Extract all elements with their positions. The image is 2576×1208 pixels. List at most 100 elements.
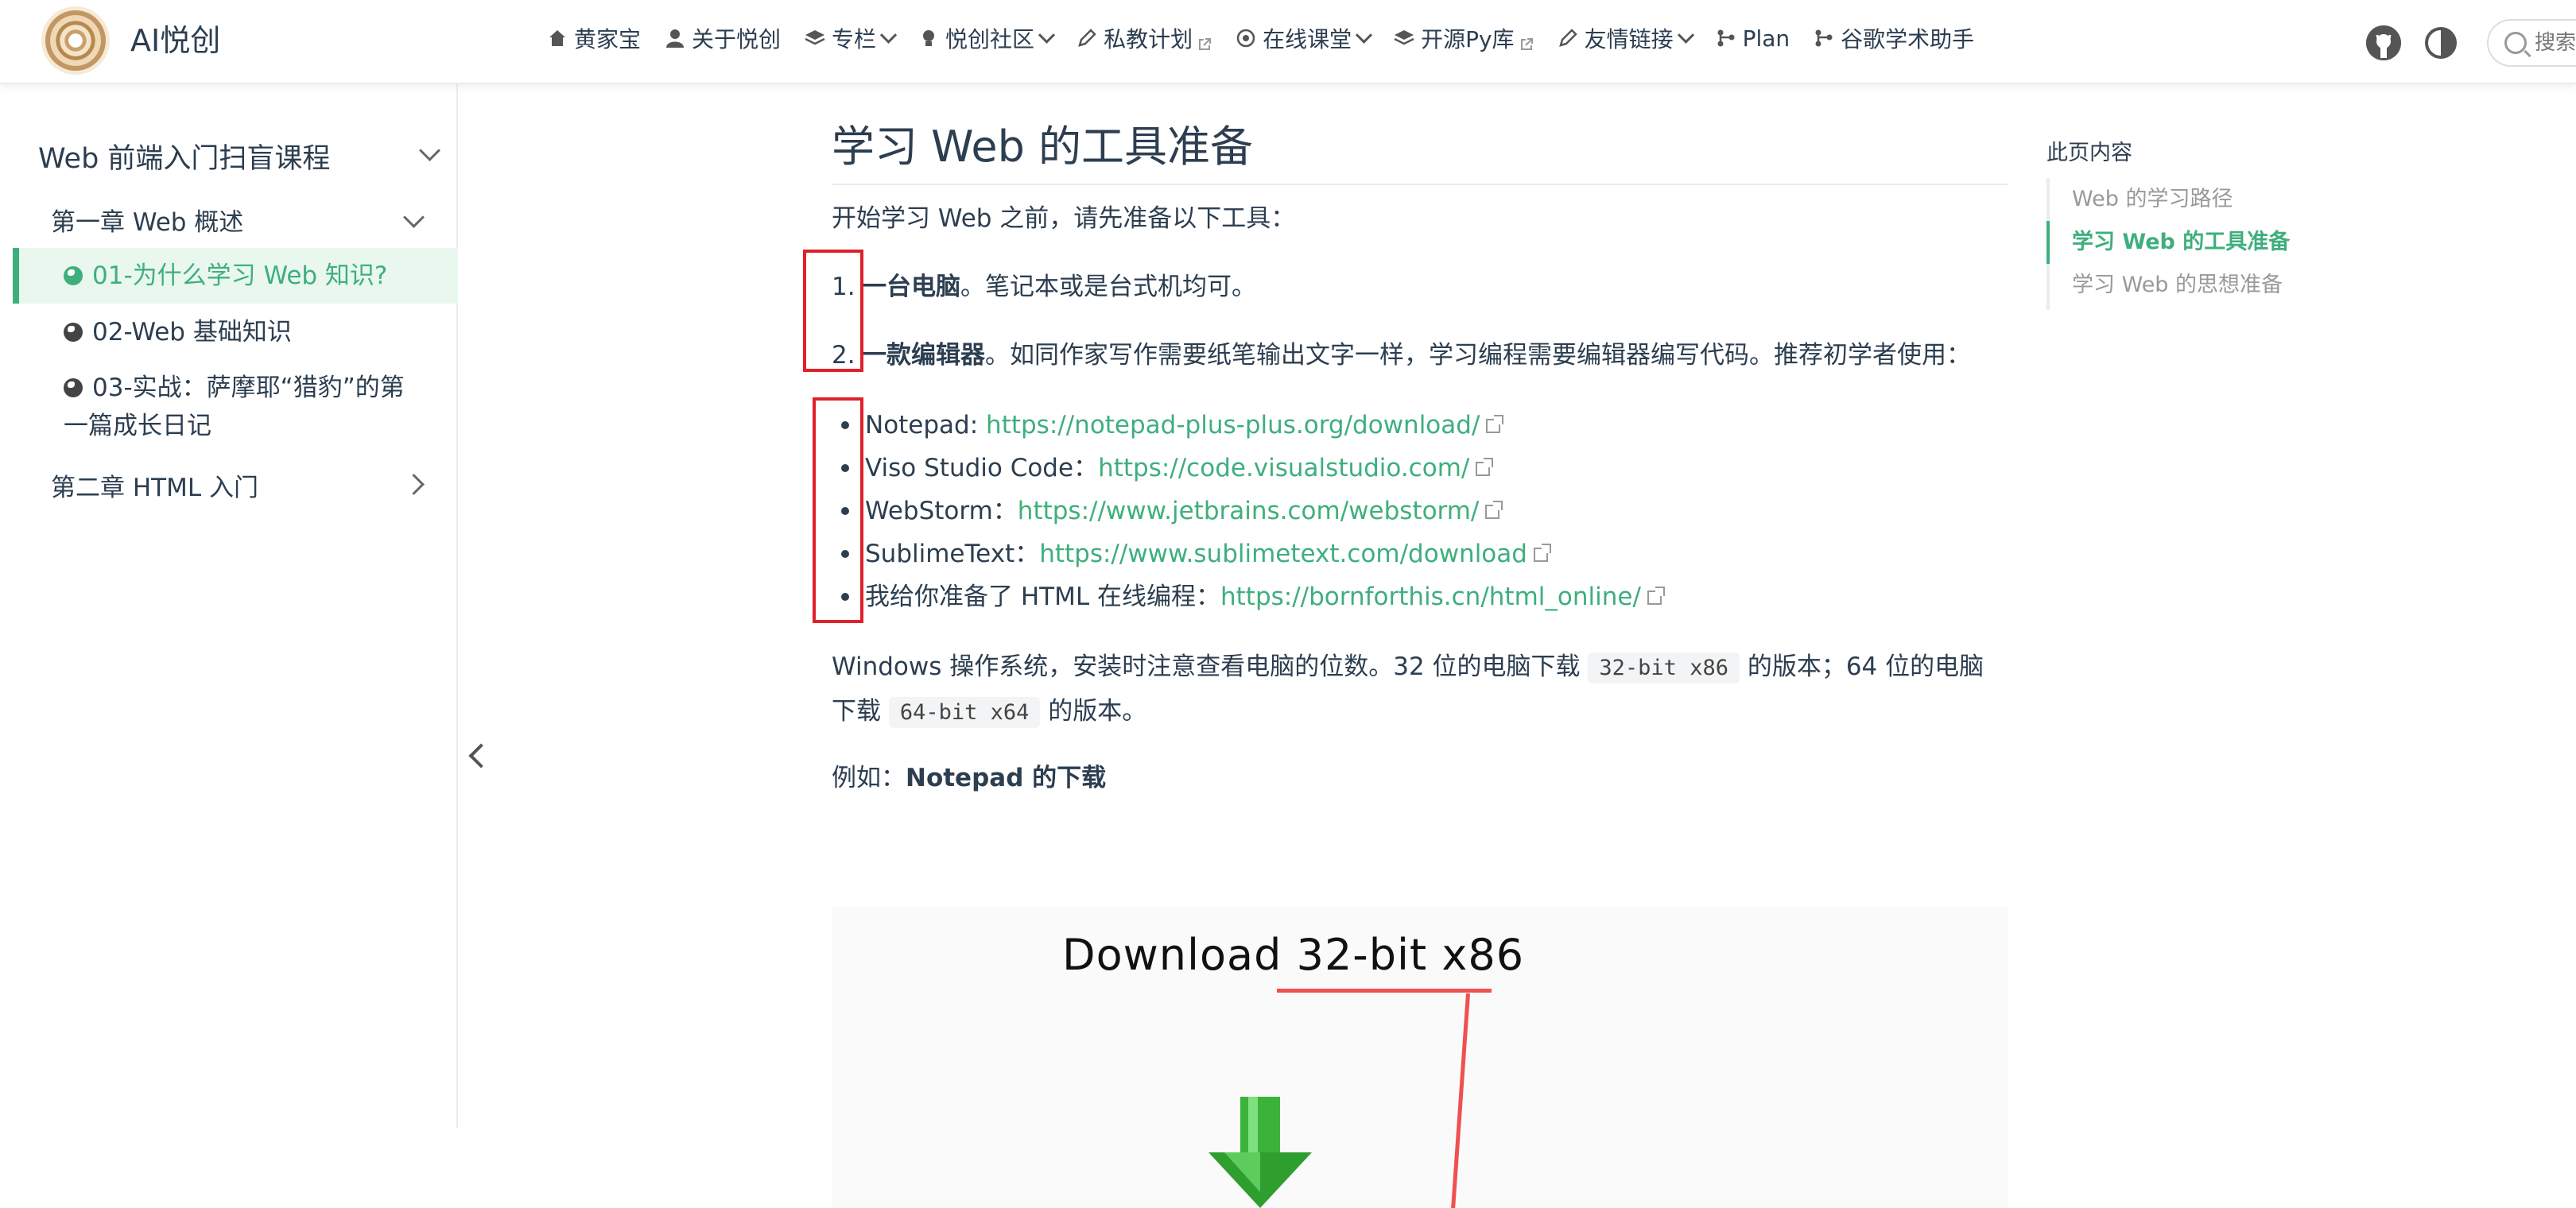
list-strong: 一款编辑器: [862, 341, 985, 370]
nav-item-label: 私教计划: [1104, 26, 1193, 52]
site-brand[interactable]: AI悦创: [130, 16, 220, 60]
sidebar-collapse-icon[interactable]: [468, 743, 494, 769]
toc-item[interactable]: 学习 Web 的思想准备: [2050, 264, 2336, 307]
chevron-right-icon: [403, 474, 425, 495]
list-text: 。如同作家写作需要纸笔输出文字一样，学习编程需要编辑器编写代码。推荐初学者使用：: [985, 341, 1971, 370]
tool-link[interactable]: https://code.visualstudio.com/: [1098, 454, 1469, 482]
nav-item-label: 在线课堂: [1263, 26, 1352, 52]
ordered-item-1: 1. 一台电脑。笔记本或是台式机均可。: [832, 265, 1256, 308]
sidebar: Web 前端入门扫盲课程 第一章 Web 概述 01-为什么学习 Web 知识?…: [0, 84, 458, 1129]
tool-name: 我给你准备了 HTML 在线编程：: [865, 583, 1220, 611]
user-icon: [665, 28, 685, 48]
globe-icon: [64, 323, 83, 342]
nav-item-column[interactable]: 专栏: [805, 22, 898, 54]
nav-item-label: 专栏: [832, 26, 877, 52]
nav-item-label: 开源Py库: [1421, 26, 1515, 52]
intro-paragraph: 开始学习 Web 之前，请先准备以下工具：: [832, 204, 1296, 233]
sidebar-link-label: 02-Web 基础知识: [92, 318, 292, 347]
sidebar-link-label: 03-实战：萨摩耶“猎豹”的第: [92, 374, 405, 402]
figure-caption-text: Download 32-bit x86: [1062, 930, 1525, 980]
tool-list-item: Notepad: https://notepad-plus-plus.org/d…: [832, 404, 1504, 447]
chevron-down-icon: [419, 140, 440, 161]
nav-item-private-plan[interactable]: 私教计划: [1077, 22, 1212, 54]
figure-underline: [1277, 989, 1492, 993]
search-input[interactable]: [2527, 30, 2576, 56]
nav-item-plan[interactable]: Plan: [1716, 25, 1790, 52]
toc-item-active[interactable]: 学习 Web 的工具准备: [2046, 221, 2333, 264]
tool-name: WebStorm：: [865, 497, 1018, 525]
nav-item-online-class[interactable]: 在线课堂: [1236, 22, 1373, 54]
external-link-icon: [1519, 31, 1534, 50]
windows-text-1: Windows 操作系统，安装时注意查看电脑的位数。32 位的电脑下载: [832, 652, 1581, 681]
navbar-right: [2366, 19, 2576, 67]
nav-item-scholar-helper[interactable]: 谷歌学术助手: [1814, 22, 1974, 54]
sidebar-chapter-2[interactable]: 第二章 HTML 入门: [51, 464, 433, 505]
nav-item-label: 友情链接: [1584, 26, 1674, 52]
nav-item-open-source[interactable]: 开源Py库: [1394, 22, 1533, 54]
tool-link[interactable]: https://www.sublimetext.com/download: [1039, 540, 1527, 568]
theme-toggle-icon[interactable]: [2425, 27, 2457, 59]
tool-list-item: 我给你准备了 HTML 在线编程：https://bornforthis.cn/…: [832, 575, 1665, 618]
layers-icon: [1394, 28, 1414, 48]
external-link-icon: [1476, 458, 1494, 476]
search-box[interactable]: [2487, 19, 2576, 67]
sidebar-link-02[interactable]: 02-Web 基础知识: [13, 313, 458, 351]
sidebar-link-01[interactable]: 01-为什么学习 Web 知识?: [13, 248, 458, 304]
tool-list-item: WebStorm：https://www.jetbrains.com/webst…: [832, 490, 1503, 532]
github-icon[interactable]: [2366, 25, 2401, 60]
pen-icon: [1077, 28, 1097, 48]
pen-icon: [1558, 28, 1578, 48]
example-paragraph: 例如：Notepad 的下载: [832, 757, 1106, 800]
tool-name: SublimeText：: [865, 540, 1040, 568]
sidebar-chapter-1[interactable]: 第一章 Web 概述: [51, 199, 433, 240]
nav-item-friend-links[interactable]: 友情链接: [1558, 22, 1694, 54]
external-link-icon: [1486, 415, 1504, 433]
tool-list-item: SublimeText：https://www.sublimetext.com/…: [832, 532, 1551, 575]
nav-item-label: Plan: [1742, 25, 1790, 52]
page-title: 学习 Web 的工具准备: [832, 111, 2008, 185]
globe-icon: [64, 378, 83, 397]
figure-pointer-line: [1449, 993, 1470, 1208]
toc-item[interactable]: Web 的学习路径: [2050, 178, 2336, 221]
windows-text-3: 下载: [832, 697, 881, 726]
sidebar-link-label-line2: 一篇成长日记: [64, 412, 211, 440]
example-label: 例如：: [832, 764, 906, 792]
windows-text-4: 的版本。: [1048, 697, 1147, 726]
nav-item-home[interactable]: 黄家宝: [547, 22, 641, 54]
home-icon: [547, 28, 568, 48]
toc-list: Web 的学习路径 学习 Web 的工具准备 学习 Web 的思想准备: [2046, 178, 2336, 310]
sidebar-chapter-label: 第一章 Web 概述: [51, 207, 244, 237]
code-32bit: 32-bit x86: [1588, 652, 1740, 683]
top-navbar: AI悦创 黄家宝 关于悦创 专栏 悦创社区 私教计划 在线课堂 开源Py库 友情…: [0, 0, 2576, 84]
globe-icon: [64, 266, 83, 285]
ordered-item-2: 2. 一款编辑器。如同作家写作需要纸笔输出文字一样，学习编程需要编辑器编写代码。推…: [832, 334, 1971, 377]
nav-item-label: 谷歌学术助手: [1841, 26, 1975, 52]
tool-name: Notepad:: [865, 411, 987, 439]
list-text: 。笔记本或是台式机均可。: [960, 273, 1256, 301]
chevron-down-icon: [1677, 26, 1694, 44]
nav-item-community[interactable]: 悦创社区: [918, 22, 1056, 54]
chevron-down-icon: [1355, 26, 1373, 44]
toc-title: 此页内容: [2046, 141, 2132, 165]
nav-item-label: 悦创社区: [945, 26, 1035, 52]
nav-item-label: 关于悦创: [692, 26, 782, 52]
layers-icon: [805, 28, 825, 48]
tool-name: Viso Studio Code：: [865, 454, 1099, 482]
sidebar-link-03[interactable]: 03-实战：萨摩耶“猎豹”的第 一篇成长日记: [13, 369, 458, 445]
chevron-down-icon: [403, 207, 425, 228]
sidebar-group-title[interactable]: Web 前端入门扫盲课程: [38, 132, 440, 180]
tool-link[interactable]: https://bornforthis.cn/html_online/: [1220, 583, 1641, 611]
code-64bit: 64-bit x64: [888, 697, 1041, 728]
windows-paragraph: Windows 操作系统，安装时注意查看电脑的位数。32 位的电脑下载 32-b…: [832, 645, 2008, 734]
search-icon: [2504, 32, 2527, 54]
site-logo[interactable]: [41, 6, 110, 75]
external-link-icon: [1647, 587, 1665, 605]
example-strong: Notepad 的下载: [906, 764, 1107, 792]
branch-icon: [1716, 28, 1736, 48]
tool-link[interactable]: https://www.jetbrains.com/webstorm/: [1018, 497, 1480, 525]
tool-list-item: Viso Studio Code：https://code.visualstud…: [832, 447, 1494, 490]
tool-link[interactable]: https://notepad-plus-plus.org/download/: [986, 411, 1480, 439]
nav-item-about[interactable]: 关于悦创: [665, 22, 781, 54]
download-figure: Download 32-bit x86: [832, 906, 2008, 1208]
list-strong: 一台电脑: [862, 273, 960, 301]
